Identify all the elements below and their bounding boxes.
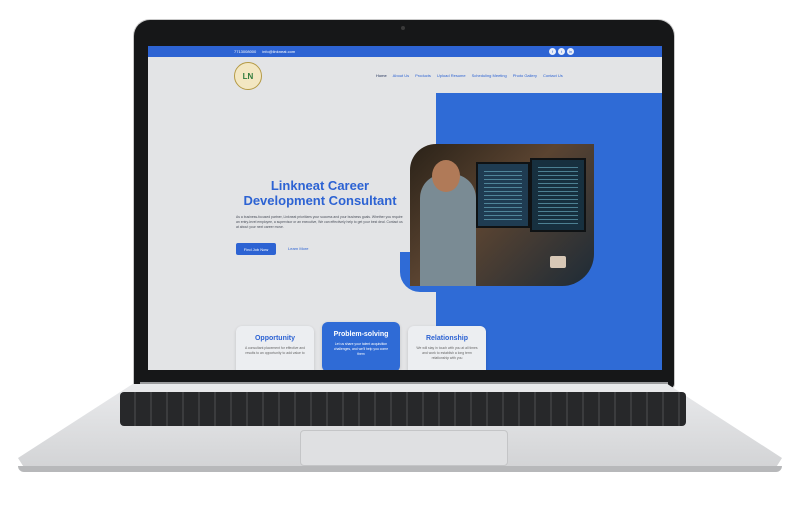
nav-about[interactable]: About Us	[393, 73, 409, 78]
trackpad	[300, 430, 508, 466]
nav-home[interactable]: Home	[376, 73, 387, 78]
email-text[interactable]: info@linkneat.com	[262, 49, 295, 54]
card-text: Let us share your talent acquisition cha…	[333, 342, 389, 356]
find-job-button[interactable]: Find Job Now	[236, 243, 276, 255]
monitor-right	[530, 158, 586, 232]
webcam	[401, 26, 405, 30]
main-nav: Home About Us Products Upload Resume Sch…	[376, 73, 563, 78]
linkedin-icon[interactable]: in	[567, 48, 574, 55]
person-head	[432, 160, 460, 192]
card-text: We will stay in touch with you at all ti…	[416, 346, 478, 360]
learn-more-link[interactable]: Learn More	[288, 246, 308, 251]
hero-photo	[410, 144, 594, 286]
nav-upload-resume[interactable]: Upload Resume	[437, 73, 466, 78]
hero-title: Linkneat Career Development Consultant	[243, 178, 397, 208]
top-bar: 7713008000 info@linkneat.com	[148, 46, 662, 57]
twitter-icon[interactable]: t	[558, 48, 565, 55]
monitor-left	[476, 162, 530, 228]
card-text: A consultant placement for effective and…	[244, 346, 306, 355]
card-relationship[interactable]: Relationship We will stay in touch with …	[408, 326, 486, 370]
facebook-icon[interactable]: f	[549, 48, 556, 55]
nav-scheduling[interactable]: Scheduling Meeting	[472, 73, 507, 78]
coffee-mug	[550, 256, 566, 268]
website-screen: 7713008000 info@linkneat.com f t in LN H…	[148, 46, 662, 370]
nav-contact[interactable]: Contact Us	[543, 73, 563, 78]
linkneat-logo[interactable]: LN	[234, 62, 262, 90]
nav-products[interactable]: Products	[415, 73, 431, 78]
card-title: Problem-solving	[333, 331, 389, 338]
card-opportunity[interactable]: Opportunity A consultant placement for e…	[236, 326, 314, 370]
keyboard	[120, 392, 686, 426]
card-title: Relationship	[425, 335, 468, 342]
laptop-foot	[18, 466, 782, 472]
nav-gallery[interactable]: Photo Gallery	[513, 73, 537, 78]
phone-text[interactable]: 7713008000	[234, 49, 256, 54]
card-title: Opportunity	[254, 335, 296, 342]
card-problem-solving[interactable]: Problem-solving Let us share your talent…	[322, 322, 400, 370]
social-links: f t in	[549, 48, 574, 55]
hero-description: As a business-focused partner, Linkneat …	[236, 215, 403, 229]
